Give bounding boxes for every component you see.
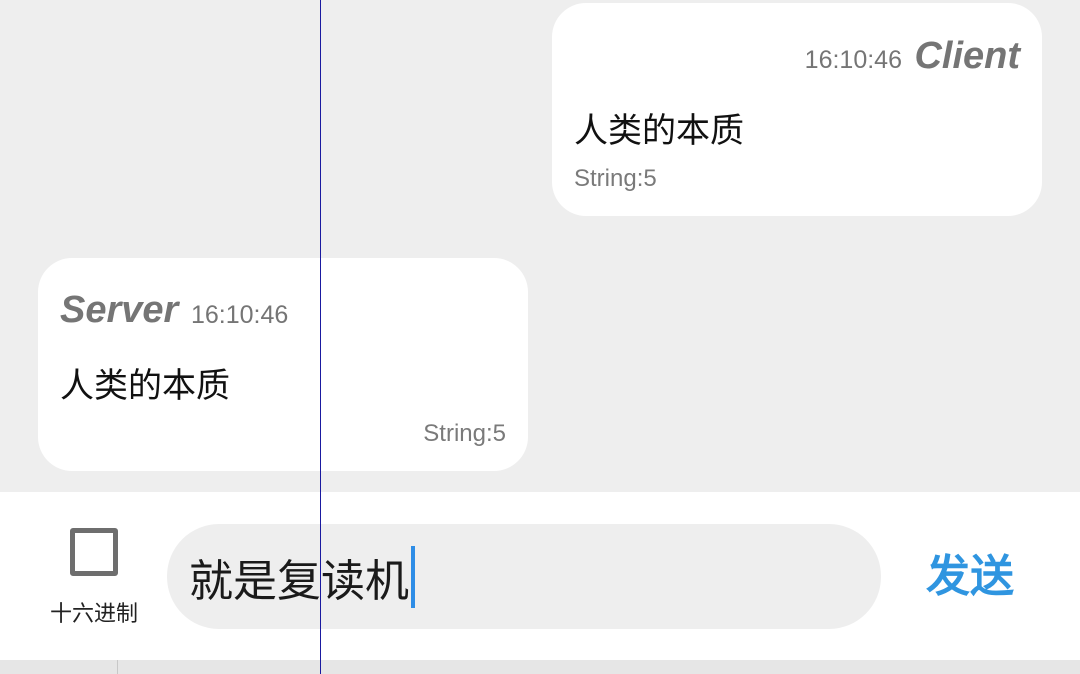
message-time: 16:10:46 — [191, 301, 289, 329]
message-bubble-server: Server 16:10:46 人类的本质 String:5 — [38, 258, 528, 471]
message-sender: Client — [914, 35, 1020, 77]
message-sender: Server — [60, 289, 179, 331]
message-text: 人类的本质 — [60, 366, 230, 406]
hex-mode-label: 十六进制 — [49, 602, 138, 627]
input-bar: 十六进制 就是复读机 发送 — [0, 492, 1080, 660]
guide-line — [320, 0, 321, 674]
divider — [117, 660, 118, 674]
bottom-strip — [0, 660, 1080, 674]
message-meta: String:5 — [423, 420, 506, 447]
send-button[interactable]: 发送 — [905, 542, 1035, 612]
message-bubble-client: 16:10:46 Client 人类的本质 String:5 — [552, 3, 1042, 216]
message-text: 人类的本质 — [574, 111, 744, 151]
message-input[interactable]: 就是复读机 — [167, 524, 881, 629]
message-time: 16:10:46 — [804, 46, 902, 74]
text-caret — [411, 545, 415, 608]
message-meta: String:5 — [574, 165, 657, 192]
hex-checkbox[interactable] — [70, 528, 118, 576]
message-input-value: 就是复读机 — [189, 555, 409, 607]
hex-mode-toggle[interactable]: 十六进制 — [30, 522, 158, 632]
message-list[interactable]: 16:10:46 Client 人类的本质 String:5 Server 16… — [0, 0, 1080, 492]
